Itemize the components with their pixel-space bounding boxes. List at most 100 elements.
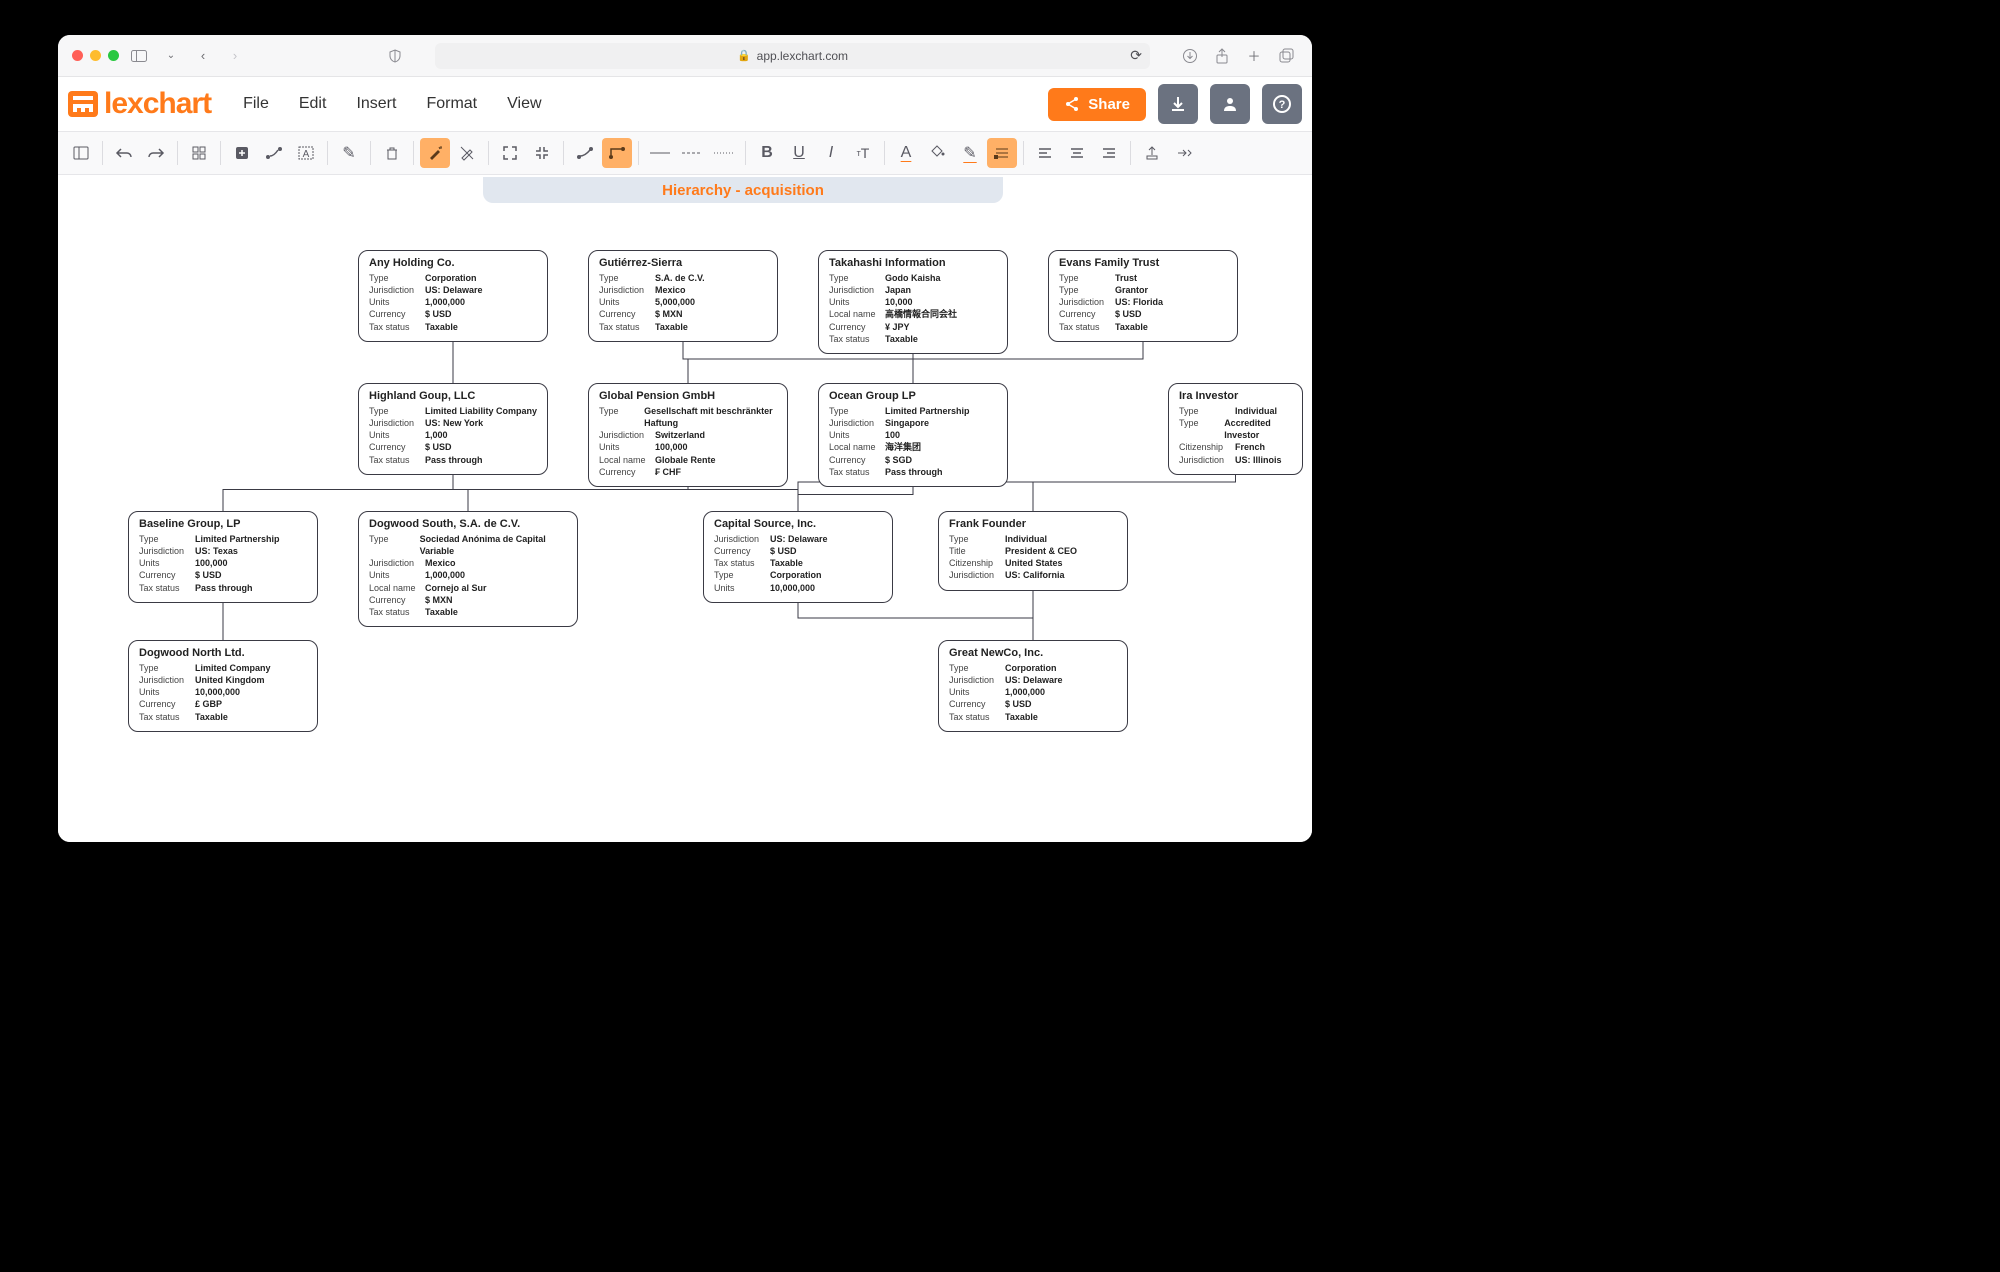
node-row: JurisdictionMexico <box>599 284 767 296</box>
add-node-icon[interactable] <box>227 138 257 168</box>
node-title: Ira Investor <box>1179 390 1292 402</box>
chart-title[interactable]: Hierarchy - acquisition <box>483 177 1003 203</box>
node-gutierrez[interactable]: Gutiérrez-SierraTypeS.A. de C.V.Jurisdic… <box>588 250 778 342</box>
text-box-icon[interactable]: A <box>291 138 321 168</box>
trash-icon[interactable] <box>377 138 407 168</box>
menu-insert[interactable]: Insert <box>344 91 408 117</box>
chart-canvas[interactable]: Hierarchy - acquisition Any Holding Co.T… <box>58 175 1312 842</box>
send-backward-icon[interactable] <box>1169 138 1199 168</box>
node-ocean[interactable]: Ocean Group LPTypeLimited PartnershipJur… <box>818 383 1008 487</box>
menu-edit[interactable]: Edit <box>287 91 339 117</box>
node-row: JurisdictionUS: California <box>949 569 1117 581</box>
node-row: Currency$ SGD <box>829 454 997 466</box>
line-color-icon[interactable] <box>987 138 1017 168</box>
share-icon[interactable] <box>1210 44 1234 68</box>
help-button[interactable]: ? <box>1262 84 1302 124</box>
logo[interactable]: lexchart <box>68 87 211 121</box>
bring-forward-icon[interactable] <box>1137 138 1167 168</box>
maximize-window-icon[interactable] <box>108 50 119 61</box>
node-row: Tax statusTaxable <box>369 321 537 333</box>
download-button[interactable] <box>1158 84 1198 124</box>
downloads-icon[interactable] <box>1178 44 1202 68</box>
refresh-icon[interactable]: ⟳ <box>1130 47 1142 64</box>
dotted-line-icon[interactable] <box>709 138 739 168</box>
node-row: TypeCorporation <box>949 662 1117 674</box>
node-anyholding[interactable]: Any Holding Co.TypeCorporationJurisdicti… <box>358 250 548 342</box>
url-text: app.lexchart.com <box>757 49 848 63</box>
account-button[interactable] <box>1210 84 1250 124</box>
node-baseline[interactable]: Baseline Group, LPTypeLimited Partnershi… <box>128 511 318 603</box>
dashed-line-icon[interactable] <box>677 138 707 168</box>
node-frank[interactable]: Frank FounderTypeIndividualTitlePresiden… <box>938 511 1128 591</box>
new-tab-icon[interactable]: ＋ <box>1242 44 1266 68</box>
menu-view[interactable]: View <box>495 91 553 117</box>
node-title: Gutiérrez-Sierra <box>599 257 767 269</box>
node-row: Tax statusPass through <box>369 454 537 466</box>
panel-icon[interactable] <box>66 138 96 168</box>
close-window-icon[interactable] <box>72 50 83 61</box>
edge[interactable] <box>683 335 688 383</box>
node-takahashi[interactable]: Takahashi InformationTypeGodo KaishaJuri… <box>818 250 1008 354</box>
node-row: Units5,000,000 <box>599 296 767 308</box>
shield-icon[interactable] <box>383 44 407 68</box>
node-globalpension[interactable]: Global Pension GmbHTypeGesellschaft mit … <box>588 383 788 487</box>
align-right-icon[interactable] <box>1094 138 1124 168</box>
node-row: Tax statusTaxable <box>714 557 882 569</box>
grid-icon[interactable] <box>184 138 214 168</box>
menu-file[interactable]: File <box>231 91 281 117</box>
border-color-icon[interactable]: ✎ <box>955 138 985 168</box>
node-evans[interactable]: Evans Family TrustTypeTrustTypeGrantorJu… <box>1048 250 1238 342</box>
address-bar[interactable]: 🔒 app.lexchart.com ⟳ <box>435 43 1150 69</box>
node-row: Local nameGlobale Rente <box>599 454 777 466</box>
solid-line-icon[interactable] <box>645 138 675 168</box>
back-button[interactable]: ‹ <box>191 44 215 68</box>
magic-wand-off-icon[interactable] <box>452 138 482 168</box>
collapse-icon[interactable] <box>527 138 557 168</box>
node-title: Dogwood North Ltd. <box>139 647 307 659</box>
node-row: TitlePresident & CEO <box>949 545 1117 557</box>
fill-color-icon[interactable] <box>923 138 953 168</box>
node-dogwoodnorth[interactable]: Dogwood North Ltd.TypeLimited CompanyJur… <box>128 640 318 732</box>
node-row: TypeAccredited Investor <box>1179 417 1292 441</box>
magic-wand-icon[interactable] <box>420 138 450 168</box>
node-row: Currency$ USD <box>1059 308 1227 320</box>
node-dogwoodsouth[interactable]: Dogwood South, S.A. de C.V.TypeSociedad … <box>358 511 578 627</box>
node-title: Dogwood South, S.A. de C.V. <box>369 518 567 530</box>
node-row: Tax statusTaxable <box>369 606 567 618</box>
undo-button[interactable] <box>109 138 139 168</box>
curve-link-icon[interactable] <box>570 138 600 168</box>
node-row: Currency$ USD <box>714 545 882 557</box>
underline-icon[interactable]: U <box>784 138 814 168</box>
redo-button[interactable] <box>141 138 171 168</box>
node-ira[interactable]: Ira InvestorTypeIndividualTypeAccredited… <box>1168 383 1303 475</box>
node-row: TypeGrantor <box>1059 284 1227 296</box>
node-capitalsource[interactable]: Capital Source, Inc.JurisdictionUS: Dela… <box>703 511 893 603</box>
sidebar-toggle-icon[interactable] <box>127 44 151 68</box>
text-size-icon[interactable]: тT <box>848 138 878 168</box>
node-row: Units1,000 <box>369 429 537 441</box>
align-left-icon[interactable] <box>1030 138 1060 168</box>
share-button[interactable]: Share <box>1048 88 1146 121</box>
node-row: JurisdictionUS: New York <box>369 417 537 429</box>
node-row: TypeIndividual <box>949 533 1117 545</box>
expand-icon[interactable] <box>495 138 525 168</box>
text-color-icon[interactable]: A <box>891 138 921 168</box>
align-center-icon[interactable] <box>1062 138 1092 168</box>
node-greatnewco[interactable]: Great NewCo, Inc.TypeCorporationJurisdic… <box>938 640 1128 732</box>
node-row: Currency¥ JPY <box>829 321 997 333</box>
node-row: Units10,000,000 <box>139 686 307 698</box>
bold-icon[interactable]: B <box>752 138 782 168</box>
node-row: Currency$ MXN <box>369 594 567 606</box>
tabs-icon[interactable] <box>1274 44 1298 68</box>
node-highland[interactable]: Highland Goup, LLCTypeLimited Liability … <box>358 383 548 475</box>
italic-icon[interactable]: I <box>816 138 846 168</box>
forward-button[interactable]: › <box>223 44 247 68</box>
node-row: Tax statusTaxable <box>139 711 307 723</box>
chevron-down-icon[interactable]: ⌄ <box>159 44 183 68</box>
minimize-window-icon[interactable] <box>90 50 101 61</box>
elbow-link-icon[interactable] <box>602 138 632 168</box>
menu-format[interactable]: Format <box>414 91 489 117</box>
add-link-icon[interactable] <box>259 138 289 168</box>
edit-icon[interactable]: ✎ <box>334 138 364 168</box>
lock-icon: 🔒 <box>737 49 751 62</box>
